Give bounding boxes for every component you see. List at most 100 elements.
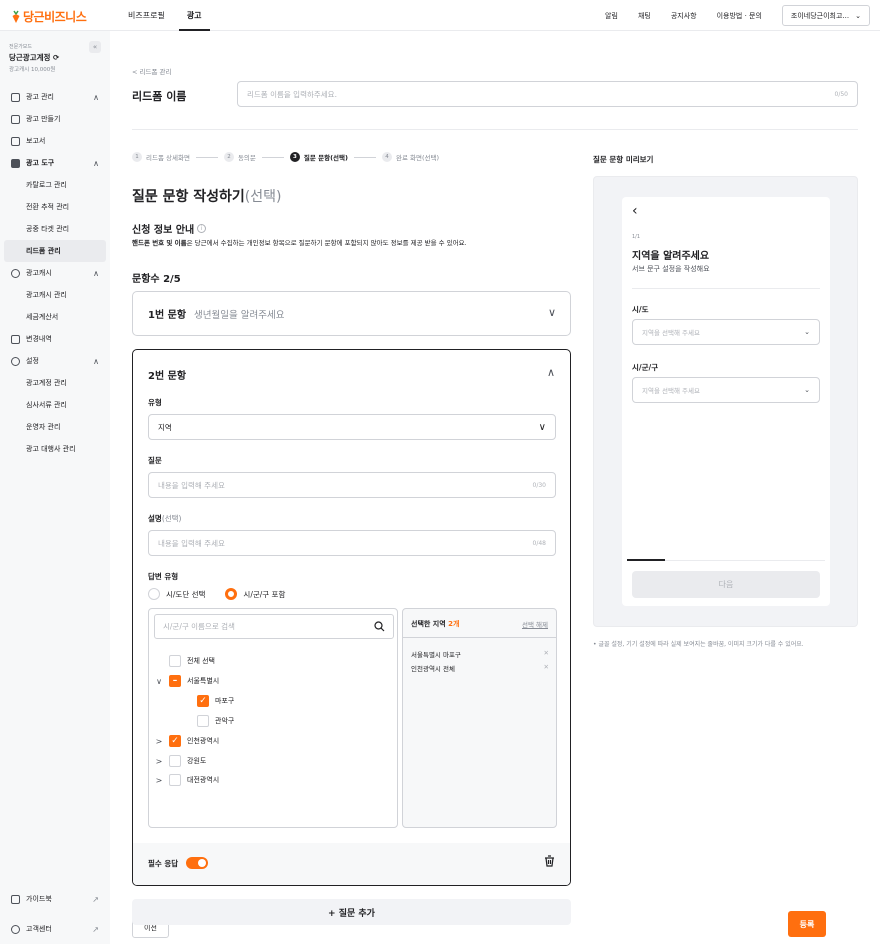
question-label: 질문 <box>148 456 162 465</box>
tree-item-incheon[interactable]: > ✓ 인천광역시 <box>155 735 219 747</box>
link-notifications[interactable]: 알림 <box>605 11 618 21</box>
sidebar-item-conversion[interactable]: 전환 추적 관리 <box>0 196 110 218</box>
step-2[interactable]: 2 동의문 <box>223 152 256 162</box>
step-connector <box>261 156 284 158</box>
checkbox[interactable] <box>169 755 181 767</box>
chevron-right-icon[interactable]: > <box>155 737 163 746</box>
sidebar-item-operators[interactable]: 운영자 관리 <box>0 416 110 438</box>
region-search-input[interactable]: 시/군/구 이름으로 검색 <box>154 614 394 639</box>
required-toggle[interactable] <box>186 857 209 869</box>
checkbox[interactable] <box>169 774 181 786</box>
radio-include-district[interactable]: 시/군/구 포함 <box>225 588 285 600</box>
close-icon[interactable]: ✕ <box>544 663 549 673</box>
sidebar-item-history[interactable]: 변경내역 <box>0 328 110 350</box>
step-1[interactable]: 1 리드폼 상세화면 <box>132 152 190 162</box>
leadform-name-input[interactable]: 리드폼 이름을 입력하주세요. 0/50 <box>237 81 858 107</box>
checkbox[interactable] <box>169 655 181 667</box>
account-mode-label: 전문가모드 <box>9 44 33 50</box>
nav-bizprofile[interactable]: 비즈프로필 <box>117 0 176 31</box>
chevron-down-icon[interactable]: ∨ <box>548 306 556 319</box>
preview-district-select: 지역을 선택해 주세요 ⌄ <box>632 377 820 403</box>
char-counter: 0/50 <box>834 90 848 98</box>
gear-icon <box>11 356 20 366</box>
description-input[interactable]: 내용을 입력해 주세요 0/48 <box>148 530 556 556</box>
sidebar-item-adcash-manage[interactable]: 광고캐시 관리 <box>0 284 110 306</box>
link-chat[interactable]: 채팅 <box>638 11 651 21</box>
external-link-icon: ↗ <box>92 924 99 934</box>
tree-item-gangwon[interactable]: > 강원도 <box>155 755 206 767</box>
question-2-expanded: 2번 문항 ∧ 유형 지역 ∨ 질문 내용을 입력해 주세요 0/30 설명(선… <box>132 349 571 886</box>
sidebar-item-tax-invoice[interactable]: 세금계산서 <box>0 306 110 328</box>
sidebar-item-settings[interactable]: 설정 ∧ <box>0 350 110 372</box>
collapse-sidebar-button[interactable]: « <box>89 41 101 53</box>
checkbox[interactable]: – <box>169 675 181 687</box>
sidebar-item-audience[interactable]: 공중 타겟 관리 <box>0 218 110 240</box>
selected-regions-header: 선택한 지역 2개 <box>411 620 460 628</box>
selected-region-item: 서울특별시 마포구 ✕ <box>411 649 549 659</box>
selected-regions-panel: 선택한 지역 2개 선택 해제 서울특별시 마포구 ✕ 인천광역시 전체 ✕ <box>402 608 557 828</box>
nav-ads[interactable]: 광고 <box>176 0 213 31</box>
step-connector <box>195 156 218 158</box>
link-help[interactable]: 이용방법 · 문의 <box>717 11 762 21</box>
tree-item-daejeon[interactable]: > 대전광역시 <box>155 774 219 786</box>
checkbox[interactable] <box>197 715 209 727</box>
radio-province-only[interactable]: 시/도단 선택 <box>148 588 205 600</box>
submit-button[interactable]: 등록 <box>788 911 826 937</box>
guidebook-link[interactable]: 가이드북 ↗ <box>0 884 110 914</box>
account-select[interactable]: 조이네당근이최고... ⌄ <box>781 5 870 26</box>
sidebar-item-catalog[interactable]: 카탈로그 관리 <box>0 174 110 196</box>
sidebar-item-ad-manage[interactable]: 광고 관리 ∧ <box>0 86 110 108</box>
refresh-icon: ⟳ <box>53 53 60 62</box>
step-3[interactable]: 3 질문 문항(선택) <box>289 152 348 162</box>
trash-icon[interactable] <box>544 855 555 867</box>
chevron-up-icon[interactable]: ∧ <box>547 366 555 379</box>
add-question-button[interactable]: + 질문 추가 <box>132 899 571 925</box>
chevron-up-icon: ∧ <box>93 92 99 102</box>
headset-icon <box>11 924 20 934</box>
tree-item-all[interactable]: 전체 선택 <box>155 655 215 667</box>
preview-next-button: 다음 <box>632 571 820 598</box>
chevron-down-icon: ⌄ <box>804 386 810 394</box>
tree-item-gwanak[interactable]: 관악구 <box>183 715 234 727</box>
sidebar-item-ad-tools[interactable]: 광고 도구 ∧ <box>0 152 110 174</box>
top-nav: 비즈프로필 광고 <box>117 0 213 31</box>
sidebar-item-ad-create[interactable]: 광고 만들기 <box>0 108 110 130</box>
close-icon[interactable]: ✕ <box>544 649 549 659</box>
sidebar-item-agency[interactable]: 광고 대행사 관리 <box>0 438 110 460</box>
sidebar-item-adcash[interactable]: 광고캐시 ∧ <box>0 262 110 284</box>
divider <box>132 129 858 130</box>
account-name[interactable]: 당근광고계정 ⟳ <box>9 52 101 63</box>
link-notice[interactable]: 공지사항 <box>671 11 697 21</box>
search-icon[interactable] <box>374 621 385 632</box>
divider <box>632 288 820 289</box>
chevron-right-icon[interactable]: > <box>155 776 163 785</box>
chevron-up-icon: ∧ <box>93 356 99 366</box>
question-1-collapsed[interactable]: 1번 문항 생년월일을 알려주세요 ∨ <box>132 291 571 336</box>
divider <box>403 637 556 638</box>
clear-selection-link[interactable]: 선택 해제 <box>522 619 548 629</box>
region-tree: 시/군/구 이름으로 검색 전체 선택 ∨ – 서울특별시 ✓ 마포구 관악구 > ✓ 인… <box>148 608 398 828</box>
info-icon[interactable]: i <box>197 224 207 233</box>
preview-district-label: 시/군/구 <box>632 363 659 372</box>
type-select-value: 지역 <box>158 422 172 432</box>
sidebar-item-review-docs[interactable]: 심사서류 관리 <box>0 394 110 416</box>
tree-item-mapo[interactable]: ✓ 마포구 <box>183 695 234 707</box>
brand-logo[interactable]: 당근비즈니스 <box>11 8 87 25</box>
preview-subtext: 서브 문구 설정을 작성해요 <box>632 265 710 273</box>
back-link[interactable]: < 리드폼 관리 <box>132 66 171 76</box>
checkbox[interactable]: ✓ <box>169 735 181 747</box>
sidebar-item-report[interactable]: 보고서 <box>0 130 110 152</box>
step-4[interactable]: 4 완료 화면(선택) <box>381 152 439 162</box>
sidebar-item-account-manage[interactable]: 광고계정 관리 <box>0 372 110 394</box>
chevron-down-icon[interactable]: ∨ <box>155 677 163 686</box>
tree-item-seoul[interactable]: ∨ – 서울특별시 <box>155 675 219 687</box>
type-select[interactable]: 지역 ∨ <box>148 414 556 440</box>
question-input[interactable]: 내용을 입력해 주세요 0/30 <box>148 472 556 498</box>
step-connector <box>353 156 376 158</box>
checkbox[interactable]: ✓ <box>197 695 209 707</box>
top-bar: 당근비즈니스 비즈프로필 광고 알림 채팅 공지사항 이용방법 · 문의 조이네… <box>0 0 880 31</box>
sidebar-item-leadform[interactable]: 리드폼 관리 <box>4 240 106 262</box>
support-link[interactable]: 고객센터 ↗ <box>0 914 110 944</box>
chevron-right-icon[interactable]: > <box>155 757 163 766</box>
type-label: 유형 <box>148 398 162 407</box>
